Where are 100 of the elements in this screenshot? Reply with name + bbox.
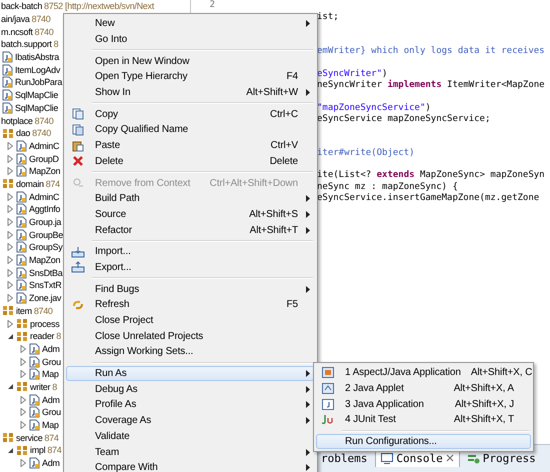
menu-item[interactable]: Import... (66, 244, 315, 260)
menu-item[interactable]: Open in New Window (66, 53, 315, 70)
tree-item-label[interactable]: SnsDtBa (29, 268, 62, 278)
delete-icon (72, 155, 84, 168)
tree-item-label[interactable]: MapZon (29, 166, 60, 176)
menu-item[interactable]: Refactor Alt+Shift+T (66, 222, 315, 238)
menu-item[interactable]: Assign Working Sets... (66, 344, 315, 360)
code-line: iter#write(Object) (317, 148, 416, 160)
java-file-icon (29, 394, 40, 406)
tree-item-label[interactable]: Adm (42, 344, 60, 354)
menu-item[interactable]: Run As (66, 366, 315, 382)
menu-item[interactable]: Compare With (66, 460, 315, 472)
tree-item-label[interactable]: Grou (42, 356, 61, 367)
tree-item-label[interactable]: GroupBe (29, 230, 63, 240)
code-line: eSyncService.insertGameMapZone(mz.getZone (317, 193, 540, 204)
tree-item-label[interactable]: RunJobPara (15, 77, 62, 88)
tree-item-label[interactable]: Group.ja (29, 217, 62, 228)
menu-item[interactable]: Export... (66, 260, 315, 276)
tree-item-label[interactable]: AggtInfo (29, 204, 60, 214)
tree-item-label[interactable]: AdminC (29, 192, 60, 202)
revision-label: 8740 (32, 14, 50, 24)
menu-item[interactable]: Close Unrelated Projects (66, 328, 315, 344)
menu-item[interactable]: Show In Alt+Shift+W (66, 84, 315, 100)
menu-item[interactable]: Source Alt+Shift+S (66, 206, 315, 222)
menu-item[interactable]: Copy Qualified Name (66, 122, 315, 138)
java-file-icon (29, 342, 40, 355)
menu-item[interactable]: Validate (66, 428, 315, 444)
revision-label: 874 (44, 432, 59, 443)
tree-item-label[interactable]: back-batch (1, 1, 42, 12)
tree-item-label[interactable]: Zone.jav (29, 293, 62, 304)
menu-item[interactable]: Open Type Hierarchy F4 (66, 69, 315, 85)
tree-item-label[interactable]: reader (30, 331, 54, 342)
applet-icon (322, 383, 334, 394)
code-line: eSyncWriter") (317, 68, 388, 80)
java-file-icon (16, 216, 27, 228)
menu-item[interactable]: Go Into (66, 32, 315, 48)
menu-item[interactable]: Profile As (66, 397, 315, 413)
revision-label: 8 (56, 331, 61, 342)
menu-item[interactable]: Run Configurations... (316, 434, 531, 450)
tree-item-label[interactable]: Map (42, 369, 59, 380)
tree-item-label[interactable]: GroupSy (29, 242, 62, 252)
revision-label: 8 (54, 39, 58, 50)
package-icon (16, 330, 28, 342)
tree-item-label[interactable]: SqlMapClie (15, 90, 58, 100)
line-number: 2 (208, 0, 215, 12)
menu-item[interactable]: Refresh F5 (66, 297, 315, 313)
remove-icon (72, 177, 84, 190)
java-file-icon (16, 228, 27, 241)
menu-item[interactable]: Delete Delete (66, 154, 315, 170)
tree-item-label[interactable]: Map (42, 420, 59, 430)
package-icon (16, 318, 28, 330)
menu-item[interactable]: Find Bugs (66, 281, 315, 297)
java-file-icon (16, 254, 27, 266)
java-app-icon (322, 398, 334, 410)
panel-tab[interactable]: Progress (462, 448, 542, 467)
tree-item-label[interactable]: hotplace (1, 116, 33, 126)
tree-item-label[interactable]: impl (30, 445, 46, 456)
menu-item[interactable]: Debug As (66, 381, 315, 398)
menu-item[interactable]: Paste Ctrl+V (66, 138, 315, 154)
tree-item-label[interactable]: MapZon (29, 255, 60, 266)
tree-item-label[interactable]: AdminC (29, 140, 60, 151)
menu-item[interactable]: Close Project (66, 312, 315, 328)
menu-item[interactable]: 4 JUnit Test Alt+Shift+X, T (316, 412, 531, 428)
revision-label: 8 (52, 382, 57, 392)
menu-item[interactable]: 3 Java Application Alt+Shift+X, J (316, 396, 531, 412)
java-file-icon (16, 292, 27, 304)
tree-item-label[interactable]: item (16, 306, 32, 316)
revision-label: 8740 (34, 26, 54, 37)
code-line: eSyncService mapZoneSyncService; (317, 114, 492, 126)
panel-tab[interactable]: roblems (315, 448, 374, 467)
tree-item-label[interactable]: writer (30, 382, 50, 392)
tree-item-label[interactable]: process (30, 318, 60, 329)
revision-label: 8740 (34, 116, 54, 126)
menu-item[interactable]: 2 Java Applet Alt+Shift+X, A (316, 380, 531, 396)
tree-item-label[interactable]: batch.support (1, 39, 52, 50)
refresh-icon (72, 298, 84, 311)
menu-item[interactable]: 1 AspectJ/Java Application Alt+Shift+X, C (316, 365, 531, 381)
tree-item-label[interactable]: Grou (42, 407, 61, 418)
tree-item-label[interactable]: ItemLogAdv (15, 64, 60, 75)
tree-item-label[interactable]: Adm (42, 394, 60, 405)
java-file-icon (29, 356, 40, 368)
export-icon (71, 261, 85, 274)
tree-item-label[interactable]: IbatisAbstra (15, 52, 59, 62)
menu-item[interactable]: Team (66, 444, 315, 460)
tree-item-label[interactable]: GroupD (29, 154, 59, 164)
tree-item-label[interactable]: m.ncsoft (1, 26, 33, 37)
menu-item[interactable]: Copy Ctrl+C (66, 106, 315, 122)
revision-label: 8740 (34, 306, 53, 316)
menu-item[interactable]: Build Path (66, 190, 315, 207)
java-file-icon (16, 190, 27, 203)
tree-item-label[interactable]: dao (16, 128, 30, 138)
menu-item[interactable]: Coverage As (66, 412, 315, 428)
tree-item-label[interactable]: ain/java (1, 14, 30, 24)
java-file-icon (29, 368, 40, 380)
tree-item-label[interactable]: SnsTxtR (29, 280, 62, 290)
menu-item[interactable]: New (66, 16, 315, 32)
tree-item-label[interactable]: domain (16, 178, 44, 189)
tree-item-label[interactable]: service (16, 432, 42, 443)
tree-item-label[interactable]: Adm (42, 458, 60, 468)
tree-item-label[interactable]: SqlMapClie (15, 102, 58, 113)
